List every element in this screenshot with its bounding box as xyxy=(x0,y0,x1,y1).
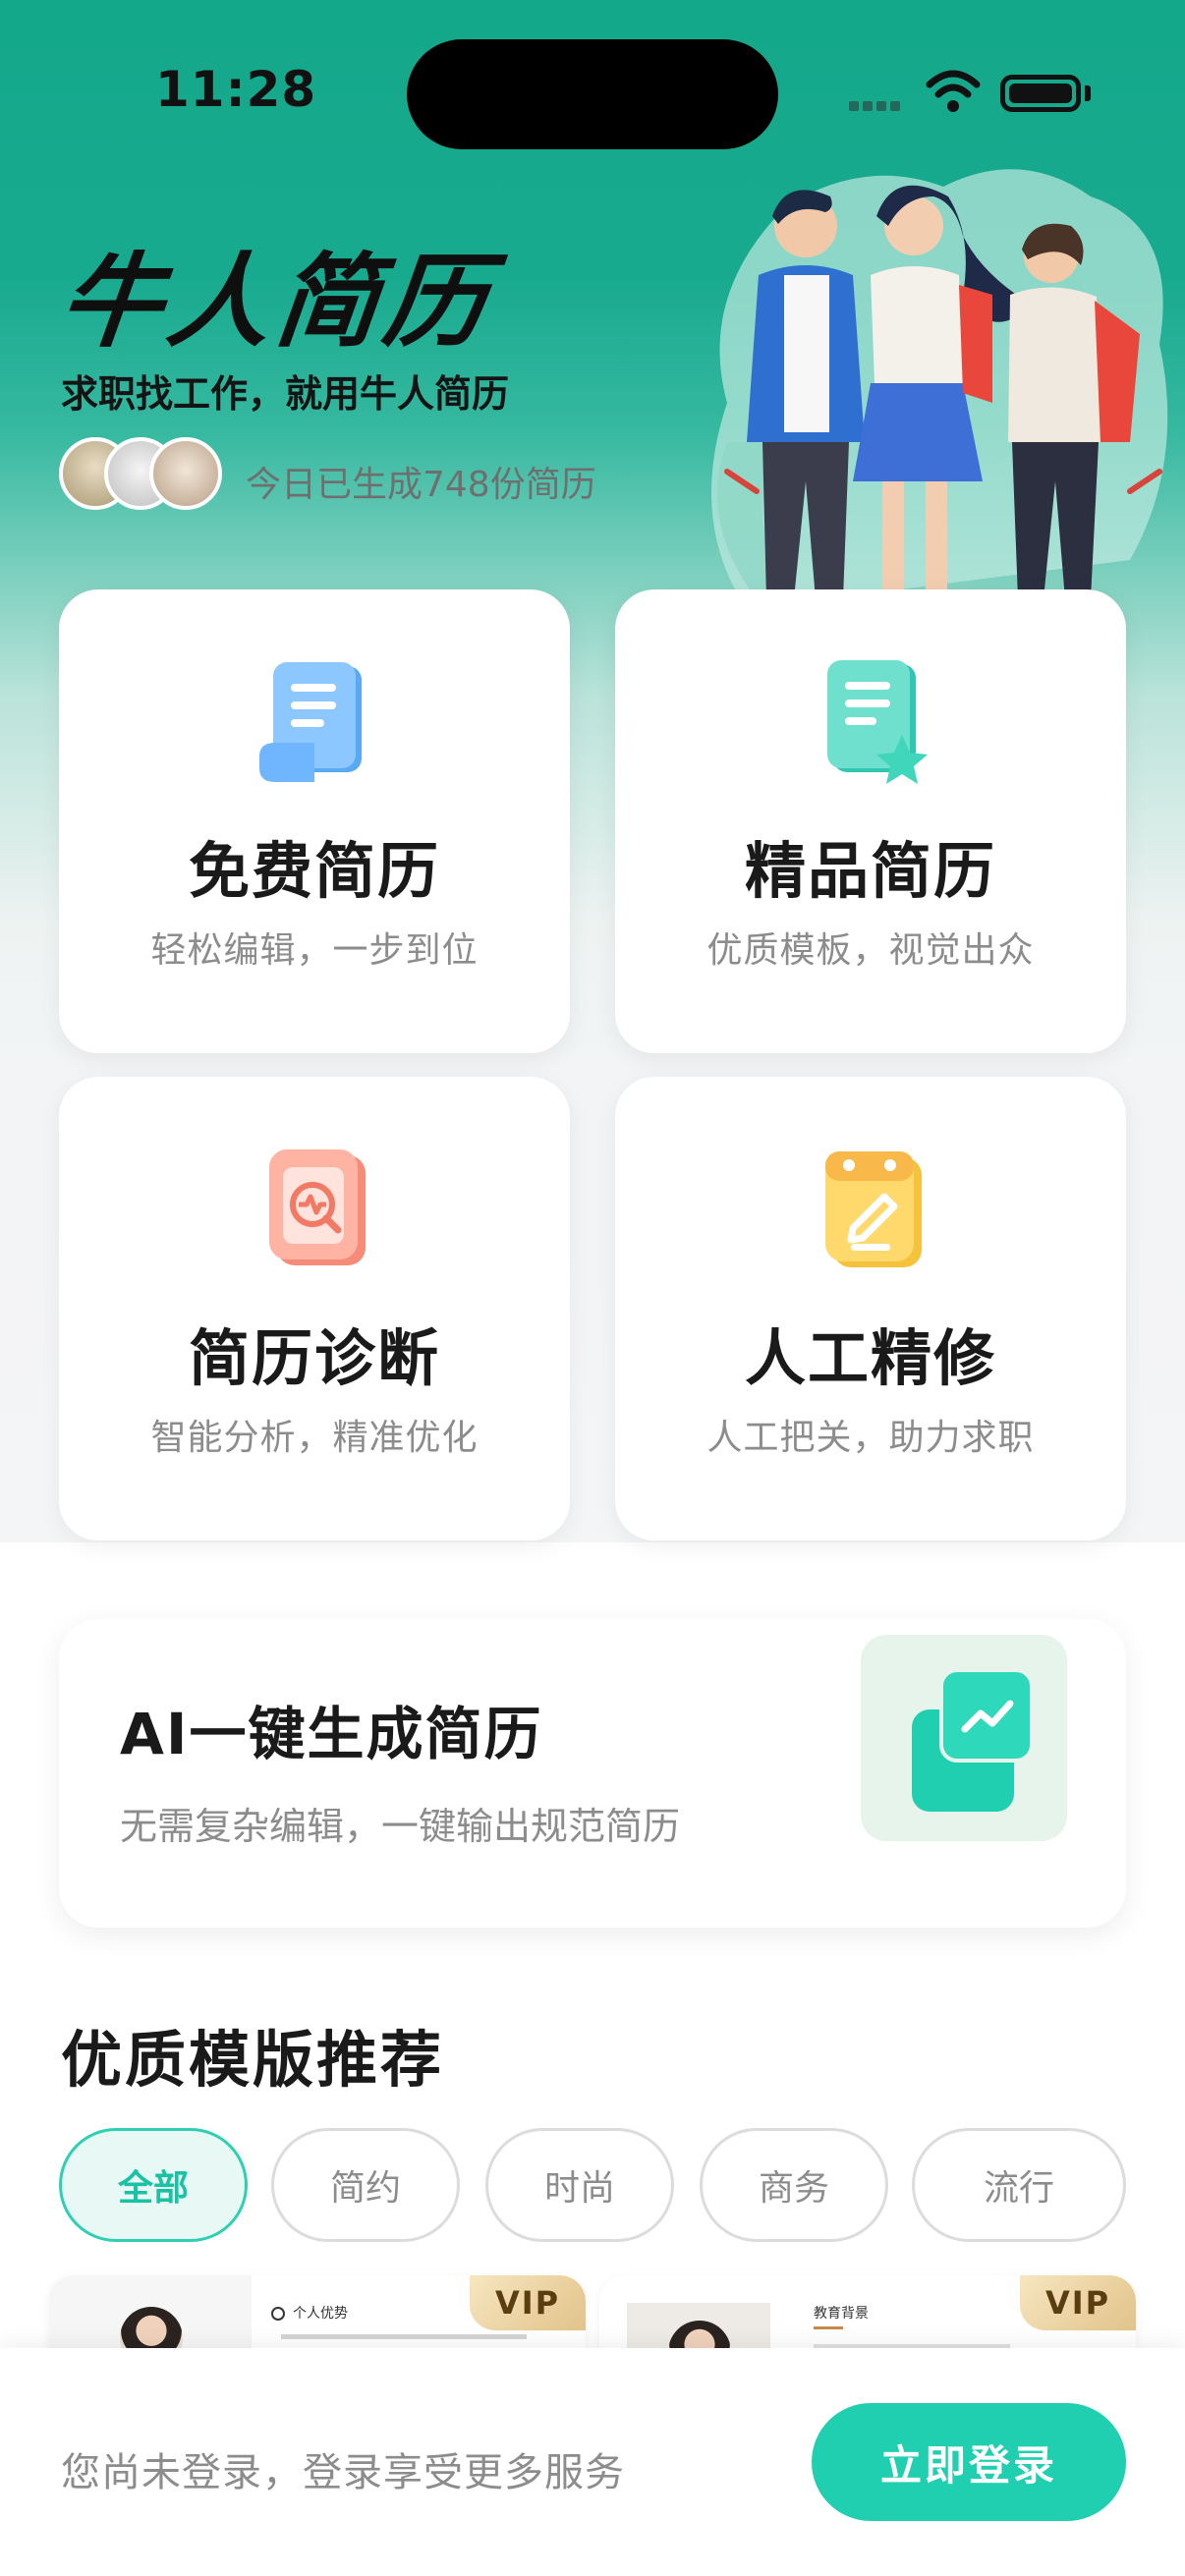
filter-chip-business[interactable]: 商务 xyxy=(700,2128,888,2242)
feature-card-free-resume[interactable]: 免费简历 轻松编辑，一步到位 xyxy=(59,589,570,1053)
ai-banner-icon-box xyxy=(861,1635,1067,1841)
star-document-icon xyxy=(827,660,928,784)
wifi-icon xyxy=(926,70,981,112)
template-heading-text: 个人优势 xyxy=(293,2306,348,2322)
ai-generate-banner[interactable]: AI一键生成简历 无需复杂编辑，一键输出规范简历 xyxy=(59,1619,1126,1928)
feature-subtitle: 优质模板，视觉出众 xyxy=(706,930,1035,971)
user-avatars xyxy=(59,437,236,516)
vip-badge: VIP xyxy=(1020,2275,1136,2330)
students-illustration xyxy=(711,169,1168,609)
scroll-document-icon xyxy=(259,662,362,782)
filter-chip-popular[interactable]: 流行 xyxy=(912,2128,1126,2242)
feature-card-premium-resume[interactable]: 精品简历 优质模板，视觉出众 xyxy=(615,589,1126,1053)
battery-icon xyxy=(1000,75,1081,112)
login-prompt-bar: 您尚未登录，登录享受更多服务 立即登录 xyxy=(0,2348,1185,2576)
feature-title: 简历诊断 xyxy=(188,1322,440,1394)
login-button[interactable]: 立即登录 xyxy=(812,2403,1126,2521)
avatar xyxy=(149,437,222,510)
app-slogan: 求职找工作，就用牛人简历 xyxy=(61,372,510,416)
trend-chart-icon xyxy=(912,1668,1034,1812)
edit-calendar-icon xyxy=(825,1151,922,1267)
dynamic-island xyxy=(407,39,778,149)
template-heading-bullet xyxy=(271,2307,285,2321)
feature-subtitle: 轻松编辑，一步到位 xyxy=(150,930,479,971)
status-time: 11:28 xyxy=(155,61,317,118)
diagnosis-icon xyxy=(269,1149,366,1265)
filter-chip-all[interactable]: 全部 xyxy=(59,2128,248,2242)
template-text-line xyxy=(281,2334,527,2339)
feature-title: 精品简历 xyxy=(744,835,996,907)
vip-badge: VIP xyxy=(470,2275,586,2330)
filter-chip-simple[interactable]: 简约 xyxy=(271,2128,460,2242)
template-heading: 个人优势 xyxy=(271,2303,348,2323)
feature-subtitle: 智能分析，精准优化 xyxy=(150,1418,479,1458)
resume-count-text: 今日已生成748份简历 xyxy=(246,465,596,505)
app-title: 牛人简历 xyxy=(53,242,499,362)
feature-card-manual-polish[interactable]: 人工精修 人工把关，助力求职 xyxy=(615,1077,1126,1540)
ai-banner-subtitle: 无需复杂编辑，一键输出规范简历 xyxy=(120,1805,681,1848)
ai-banner-title: AI一键生成简历 xyxy=(120,1701,543,1767)
feature-title: 免费简历 xyxy=(188,835,440,907)
login-prompt-text: 您尚未登录，登录享受更多服务 xyxy=(61,2450,625,2495)
template-divider xyxy=(814,2326,843,2329)
template-heading: 教育背景 xyxy=(814,2306,869,2322)
feature-title: 人工精修 xyxy=(744,1322,996,1394)
cellular-signal-icon xyxy=(849,96,908,111)
templates-section-title: 优质模版推荐 xyxy=(61,2024,445,2096)
feature-subtitle: 人工把关，助力求职 xyxy=(706,1418,1035,1458)
feature-card-resume-diagnosis[interactable]: 简历诊断 智能分析，精准优化 xyxy=(59,1077,570,1540)
filter-chip-fashion[interactable]: 时尚 xyxy=(485,2128,674,2242)
